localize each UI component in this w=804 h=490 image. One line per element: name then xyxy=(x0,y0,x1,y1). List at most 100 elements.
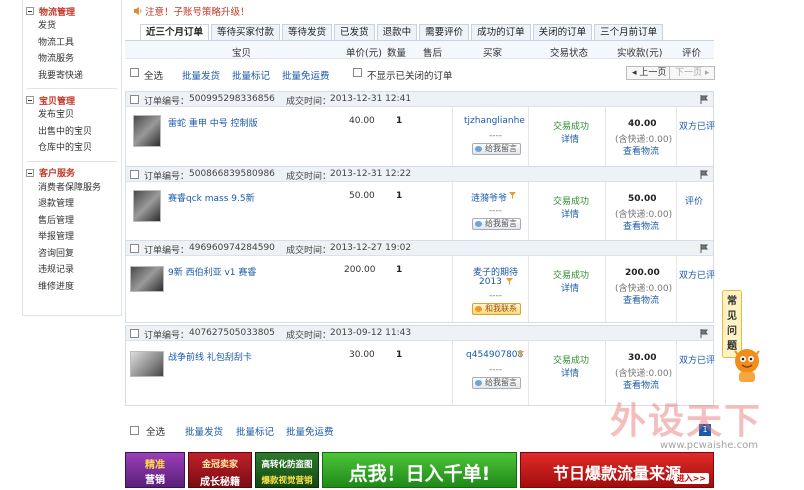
banner-holiday-traffic[interactable]: 节日爆款流量来源 进入>> xyxy=(520,452,714,488)
hide-closed-checkbox[interactable] xyxy=(353,68,362,77)
collapse-icon[interactable] xyxy=(26,7,34,15)
buyer-dash: ---- xyxy=(489,365,502,375)
sidebar-group-title[interactable]: 物流管理 xyxy=(23,4,121,18)
select-all-checkbox-bottom[interactable] xyxy=(130,426,139,435)
message-button[interactable]: 给我留言 xyxy=(472,218,521,230)
tab-need-review[interactable]: 需要评价 xyxy=(419,24,470,41)
flag-icon[interactable] xyxy=(700,170,709,179)
buyer-link-line2[interactable]: 2013 xyxy=(479,277,502,287)
flag-icon[interactable] xyxy=(700,329,709,338)
order-header: 订单编号： 496960974284590 成交时间： 2013-12-27 1… xyxy=(126,241,713,256)
order-checkbox[interactable] xyxy=(130,95,139,104)
banner-crown-seller[interactable]: 金冠卖家 成长秘籍 xyxy=(188,452,252,488)
sidebar-item-warehouse[interactable]: 仓库中的宝贝 xyxy=(23,140,121,157)
col-after-sale: 售后 xyxy=(423,48,443,59)
filter-icon[interactable] xyxy=(506,278,513,285)
order-checkbox[interactable] xyxy=(130,170,139,179)
watermark-logo: 外设天下 xyxy=(610,400,763,442)
tab-shipped[interactable]: 已发货 xyxy=(334,24,375,41)
order-header: 订单编号： 407627505033805 成交时间： 2013-09-12 1… xyxy=(126,326,713,341)
enter-link[interactable]: 进入>> xyxy=(673,473,709,484)
sidebar-item-ship[interactable]: 发货 xyxy=(23,18,121,35)
sidebar-item-consult[interactable]: 咨询回复 xyxy=(23,246,121,263)
batch-mark-link[interactable]: 批量标记 xyxy=(232,68,270,82)
review-link[interactable]: 双方已评 xyxy=(679,268,715,281)
product-link[interactable]: 战争前线 礼包刮刮卡 xyxy=(168,350,252,363)
product-thumbnail[interactable] xyxy=(133,190,161,222)
collapse-icon[interactable] xyxy=(26,96,34,104)
order-detail-link[interactable]: 详情 xyxy=(561,207,579,220)
banner-precision-marketing[interactable]: 精准 营销 xyxy=(125,452,185,488)
buyer-dash: ---- xyxy=(489,291,502,301)
order-checkbox[interactable] xyxy=(130,244,139,253)
batch-free-shipping-link[interactable]: 批量免运费 xyxy=(286,424,334,438)
order-detail-link[interactable]: 详情 xyxy=(561,132,579,145)
filter-icon[interactable] xyxy=(517,351,524,358)
tab-older-than-3-months[interactable]: 三个月前订单 xyxy=(594,24,664,41)
sidebar-item-send-express[interactable]: 我要寄快递 xyxy=(23,68,121,85)
next-page-button[interactable]: 下一页 ▸ xyxy=(669,66,716,80)
batch-ship-link[interactable]: 批量发货 xyxy=(182,68,220,82)
review-link[interactable]: 双方已评 xyxy=(679,119,715,132)
unit-price: 40.00 xyxy=(349,116,375,126)
sidebar-item-publish[interactable]: 发布宝贝 xyxy=(23,107,121,124)
view-logistics-link[interactable]: 查看物流 xyxy=(623,293,659,306)
buyer-link[interactable]: q454907808 xyxy=(466,350,523,360)
product-thumbnail[interactable] xyxy=(130,266,164,292)
prev-page-button[interactable]: ◂ 上一页 xyxy=(626,66,673,80)
divider xyxy=(528,107,529,167)
view-logistics-link[interactable]: 查看物流 xyxy=(623,144,659,157)
mascot-icon[interactable] xyxy=(730,345,764,385)
flag-icon[interactable] xyxy=(700,95,709,104)
message-button[interactable]: 给我留言 xyxy=(472,377,521,389)
sidebar-item-refund[interactable]: 退款管理 xyxy=(23,196,121,213)
sidebar-item-violation[interactable]: 违规记录 xyxy=(23,262,121,279)
sidebar-item-report[interactable]: 举报管理 xyxy=(23,229,121,246)
product-link[interactable]: 赛睿qck mass 9.5新 xyxy=(168,191,255,204)
order-detail-link[interactable]: 详情 xyxy=(561,281,579,294)
batch-mark-link[interactable]: 批量标记 xyxy=(236,424,274,438)
sidebar-item-guarantee[interactable]: 消费者保障服务 xyxy=(23,180,121,197)
notice-text: 注意！子账号策略升级！ xyxy=(145,7,250,18)
product-link[interactable]: 雷蛇 重甲 中号 控制版 xyxy=(168,116,258,129)
quantity: 1 xyxy=(396,265,403,275)
sidebar-item-on-sale[interactable]: 出售中的宝贝 xyxy=(23,124,121,141)
collapse-icon[interactable] xyxy=(26,168,34,177)
product-thumbnail[interactable] xyxy=(130,351,164,377)
order-total: 200.00 xyxy=(625,268,660,278)
tab-closed[interactable]: 关闭的订单 xyxy=(532,24,593,41)
tab-successful[interactable]: 成功的订单 xyxy=(471,24,531,41)
order-status: 交易成功 xyxy=(553,122,590,132)
product-link[interactable]: 9新 西伯利亚 v1 赛睿 xyxy=(168,265,256,278)
sidebar-item-after-sale[interactable]: 售后管理 xyxy=(23,213,121,230)
order-checkbox[interactable] xyxy=(130,329,139,338)
review-link[interactable]: 评价 xyxy=(685,194,703,207)
flag-icon[interactable] xyxy=(700,244,709,253)
sidebar-group-title[interactable]: 客户服务 xyxy=(23,166,121,180)
sidebar-item-logistics-tools[interactable]: 物流工具 xyxy=(23,35,121,52)
banner-daily-orders[interactable]: 点我！日入千单! xyxy=(322,452,517,488)
select-all-checkbox[interactable] xyxy=(130,68,139,77)
buyer-link[interactable]: tjzhanglianhe xyxy=(464,116,525,126)
tab-await-payment[interactable]: 等待买家付款 xyxy=(211,24,281,41)
order-number-label: 订单编号： xyxy=(144,331,190,341)
contact-button[interactable]: 和我联系 xyxy=(472,303,521,315)
sidebar-group-title[interactable]: 宝贝管理 xyxy=(23,93,121,107)
order-detail-link[interactable]: 详情 xyxy=(561,366,579,379)
buyer-link[interactable]: 涟漪爷爷 xyxy=(471,191,507,204)
banner-visual-marketing[interactable]: 高转化防盗图 爆款视觉营销 xyxy=(255,452,319,488)
sidebar-group-logistics: 物流管理 发货 物流工具 物流服务 我要寄快递 xyxy=(23,0,121,86)
sidebar-item-logistics-service[interactable]: 物流服务 xyxy=(23,51,121,68)
batch-free-shipping-link[interactable]: 批量免运费 xyxy=(282,68,330,82)
batch-ship-link[interactable]: 批量发货 xyxy=(185,424,223,438)
order-card: 订单编号： 500866839580986 成交时间： 2013-12-31 1… xyxy=(125,166,714,243)
filter-icon[interactable] xyxy=(509,192,516,199)
product-thumbnail[interactable] xyxy=(133,115,161,147)
message-button[interactable]: 给我留言 xyxy=(472,143,521,155)
view-logistics-link[interactable]: 查看物流 xyxy=(623,219,659,232)
sidebar-item-repair[interactable]: 维修进度 xyxy=(23,279,121,296)
review-link[interactable]: 双方已评 xyxy=(679,353,715,366)
view-logistics-link[interactable]: 查看物流 xyxy=(623,378,659,391)
tab-await-shipping[interactable]: 等待发货 xyxy=(282,24,333,41)
tab-refunding[interactable]: 退款中 xyxy=(376,24,418,41)
